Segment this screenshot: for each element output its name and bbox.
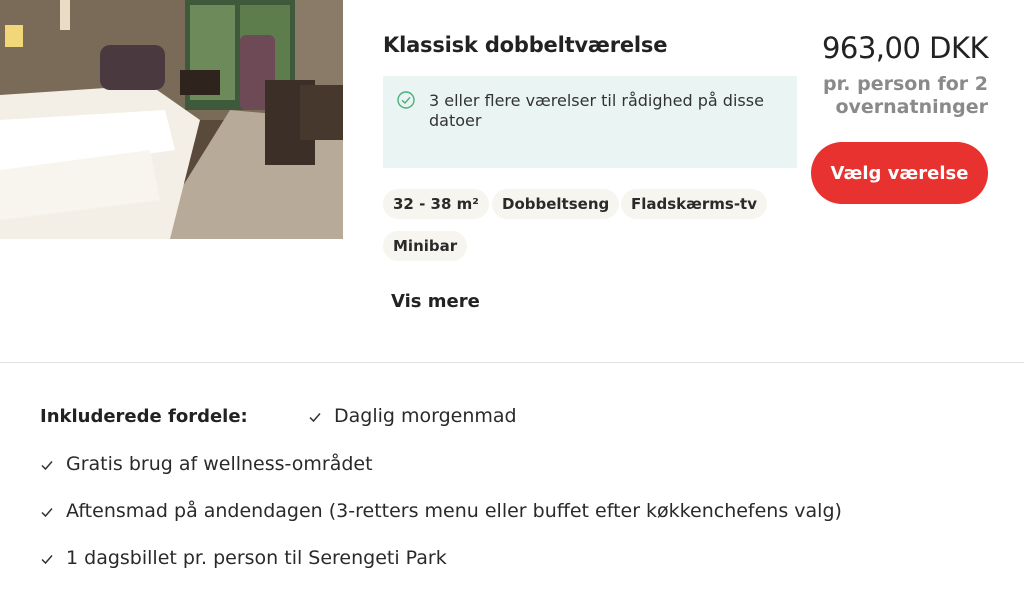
benefit-label: Gratis brug af wellness-området: [66, 453, 373, 475]
show-more-link[interactable]: Vis mere: [391, 291, 480, 312]
included-benefits: Inkluderede fordele: Daglig morgenmad Gr…: [0, 363, 1024, 601]
benefit-item: Gratis brug af wellness-området: [40, 453, 373, 475]
checkmark-icon: [41, 460, 53, 470]
tag-minibar: Minibar: [383, 231, 468, 261]
tag-tv: Fladskærms-tv: [621, 189, 767, 219]
benefit-label: Aftensmad på andendagen (3-retters menu …: [66, 500, 842, 522]
room-card: Klassisk dobbeltværelse 3 eller flere væ…: [0, 0, 1024, 362]
checkmark-icon: [41, 507, 53, 517]
room-photo-image: [0, 0, 343, 239]
benefit-item: Aftensmad på andendagen (3-retters menu …: [40, 500, 842, 522]
availability-text: 3 eller flere værelser til rådighed på d…: [429, 91, 764, 130]
benefit-label: 1 dagsbillet pr. person til Serengeti Pa…: [66, 547, 447, 569]
room-price: 963,00 DKK: [821, 31, 989, 65]
checkmark-icon: [41, 554, 53, 564]
room-photo[interactable]: [0, 0, 343, 239]
tag-bed: Dobbeltseng: [492, 189, 620, 219]
choose-room-button[interactable]: Vælg værelse: [811, 142, 988, 204]
benefit-label: Daglig morgenmad: [334, 405, 517, 427]
availability-notice: 3 eller flere værelser til rådighed på d…: [383, 76, 797, 168]
checkmark-icon: [309, 412, 321, 422]
check-circle-icon: [397, 91, 415, 109]
benefits-heading: Inkluderede fordele:: [40, 406, 248, 427]
benefit-item: Daglig morgenmad: [308, 405, 517, 427]
room-title: Klassisk dobbeltværelse: [383, 33, 668, 57]
price-per-person: pr. person for 2 overnatninger: [823, 73, 988, 118]
benefit-item: 1 dagsbillet pr. person til Serengeti Pa…: [40, 547, 447, 569]
tag-size: 32 - 38 m²: [383, 189, 489, 219]
